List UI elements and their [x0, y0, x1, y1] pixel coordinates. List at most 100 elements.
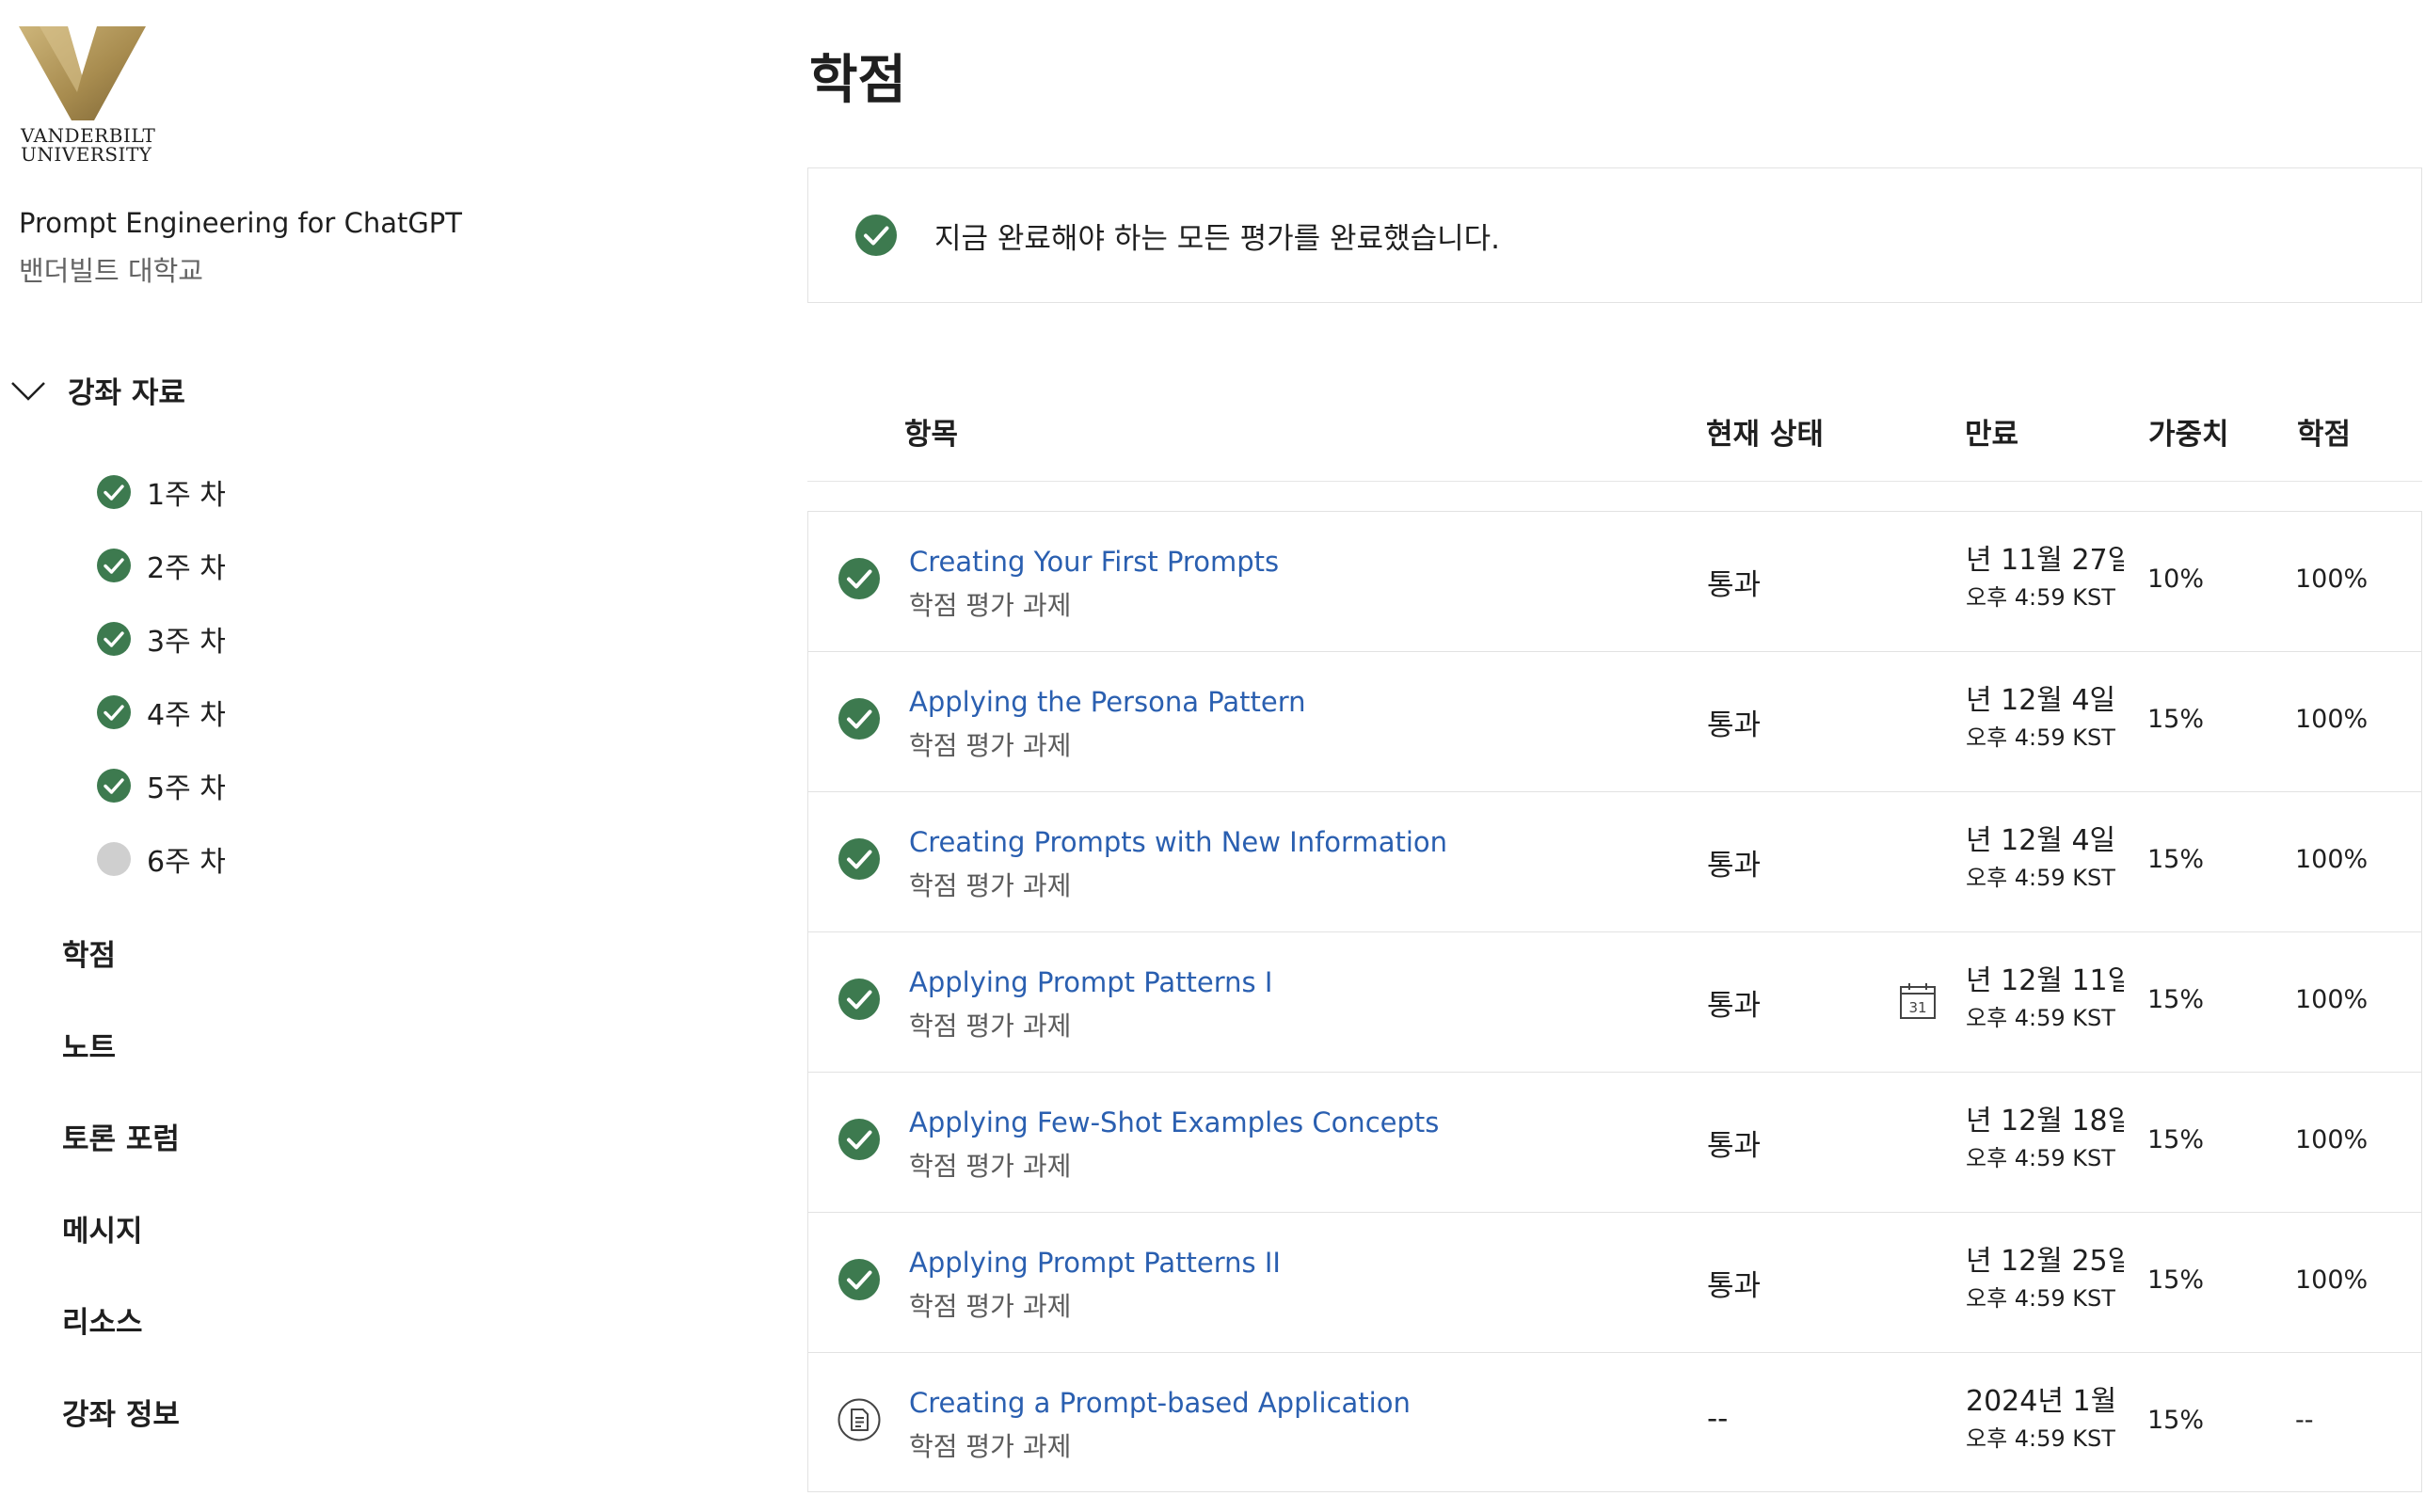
due-date-day: 2024년 1월 1일: [1966, 1385, 2124, 1418]
due-date: 년 12월 18일 오후 4:59 KST: [1966, 1101, 2124, 1174]
sidebar-item-resources[interactable]: 리소스: [62, 1285, 180, 1377]
due-date-day: 년 11월 27일: [1966, 544, 2124, 577]
table-row: Creating a Prompt-based Application 학점 평…: [807, 1352, 2422, 1492]
sidebar-week-5[interactable]: 5주 차: [96, 749, 226, 822]
assignment-type: 학점 평가 과제: [909, 730, 1072, 761]
course-title[interactable]: Prompt Engineering for ChatGPT: [19, 207, 462, 239]
page-title: 학점: [809, 50, 907, 111]
assignment-status: --: [1707, 1402, 1729, 1436]
sidebar-nav: 학점 노트 토론 포럼 메시지 리소스 강좌 정보: [62, 918, 180, 1469]
assignment-weight: 15%: [2147, 985, 2205, 1014]
week-label: 4주 차: [147, 699, 226, 732]
due-date: 년 12월 11일 오후 4:59 KST: [1966, 961, 2124, 1034]
due-date-day: 년 12월 4일: [1966, 824, 2116, 857]
assignment-type: 학점 평가 과제: [909, 1151, 1072, 1182]
assignment-link[interactable]: Creating Prompts with New Information: [909, 826, 1447, 858]
week-label: 3주 차: [147, 626, 226, 659]
due-date-time: 오후 4:59 KST: [1966, 1285, 2115, 1312]
due-date-time: 오후 4:59 KST: [1966, 724, 2115, 751]
calendar-icon[interactable]: 31: [1898, 981, 1938, 1021]
assignment-link[interactable]: Creating a Prompt-based Application: [909, 1387, 1411, 1419]
due-date-time: 오후 4:59 KST: [1966, 1005, 2115, 1031]
sidebar-item-notes[interactable]: 노트: [62, 1011, 180, 1103]
week-label: 6주 차: [147, 846, 226, 879]
table-row: Applying Few-Shot Examples Concepts 학점 평…: [807, 1072, 2422, 1212]
assignment-grade: 100%: [2295, 845, 2369, 874]
sidebar-week-6[interactable]: 6주 차: [96, 822, 226, 896]
grades-table: Creating Your First Prompts 학점 평가 과제 통과 …: [807, 511, 2422, 1492]
week-label: 2주 차: [147, 552, 226, 585]
assignment-grade: 100%: [2295, 565, 2369, 594]
assignment-link[interactable]: Applying Prompt Patterns I: [909, 966, 1272, 998]
check-circle-icon: [855, 215, 897, 256]
assignment-status: 통과: [1707, 708, 1762, 742]
assignment-type: 학점 평가 과제: [909, 590, 1072, 621]
due-date-day: 년 12월 4일: [1966, 684, 2116, 717]
assignment-type: 학점 평가 과제: [909, 1431, 1072, 1462]
sidebar-item-forums[interactable]: 토론 포럼: [62, 1102, 180, 1194]
assignment-status: 통과: [1707, 849, 1762, 883]
assignment-grade: 100%: [2295, 1265, 2369, 1295]
chevron-down-icon: [11, 381, 45, 401]
check-circle-icon: [838, 1119, 880, 1160]
due-date-day: 년 12월 18일: [1966, 1105, 2124, 1138]
document-icon: [838, 1398, 881, 1441]
week-label: 5주 차: [147, 772, 226, 805]
table-row: Creating Your First Prompts 학점 평가 과제 통과 …: [807, 511, 2422, 651]
assignment-weight: 15%: [2147, 1125, 2205, 1154]
due-date-day: 년 12월 11일: [1966, 964, 2124, 997]
sidebar: VANDERBILT UNIVERSITY Prompt Engineering…: [0, 0, 772, 1512]
check-circle-icon: [97, 549, 131, 582]
assignment-grade: 100%: [2295, 1125, 2369, 1154]
assignment-status: 통과: [1707, 568, 1762, 602]
assignment-type: 학점 평가 과제: [909, 1011, 1072, 1042]
assignment-grade: 100%: [2295, 705, 2369, 734]
assignment-link[interactable]: Applying Few-Shot Examples Concepts: [909, 1106, 1439, 1138]
sidebar-week-2[interactable]: 2주 차: [96, 529, 226, 602]
table-row: Applying the Persona Pattern 학점 평가 과제 통과…: [807, 651, 2422, 791]
assignment-grade: --: [2295, 1406, 2314, 1435]
calendar-day: 31: [1908, 999, 1926, 1016]
col-header-item: 항목: [904, 418, 959, 452]
due-date-day: 년 12월 25일: [1966, 1245, 2124, 1278]
check-circle-icon: [838, 558, 880, 599]
due-date-time: 오후 4:59 KST: [1966, 1145, 2115, 1171]
table-row: Applying Prompt Patterns I 학점 평가 과제 통과 3…: [807, 931, 2422, 1072]
due-date: 년 12월 4일 오후 4:59 KST: [1966, 680, 2124, 754]
check-circle-icon: [838, 698, 880, 740]
assignment-link[interactable]: Creating Your First Prompts: [909, 546, 1279, 578]
sidebar-week-1[interactable]: 1주 차: [96, 455, 226, 529]
check-circle-icon: [97, 769, 131, 803]
assignment-weight: 15%: [2147, 705, 2205, 734]
week-label: 1주 차: [147, 479, 226, 512]
assignment-link[interactable]: Applying Prompt Patterns II: [909, 1247, 1281, 1279]
check-circle-icon: [97, 475, 131, 509]
assignment-type: 학점 평가 과제: [909, 1291, 1072, 1322]
completion-banner: 지금 완료해야 하는 모든 평가를 완료했습니다.: [807, 167, 2422, 303]
sidebar-item-course-info[interactable]: 강좌 정보: [62, 1377, 180, 1470]
table-row: Applying Prompt Patterns II 학점 평가 과제 통과 …: [807, 1212, 2422, 1352]
course-org: 밴더빌트 대학교: [19, 255, 203, 287]
assignment-link[interactable]: Applying the Persona Pattern: [909, 686, 1306, 718]
assignment-weight: 10%: [2147, 565, 2205, 594]
sidebar-week-3[interactable]: 3주 차: [96, 602, 226, 676]
due-date: 2024년 1월 1일 오후 4:59 KST: [1966, 1381, 2124, 1455]
vanderbilt-logo[interactable]: VANDERBILT UNIVERSITY: [19, 26, 169, 164]
assignment-type: 학점 평가 과제: [909, 870, 1072, 901]
sidebar-item-grades[interactable]: 학점: [62, 918, 180, 1011]
sidebar-week-4[interactable]: 4주 차: [96, 676, 226, 749]
check-circle-icon: [97, 622, 131, 656]
assignment-weight: 15%: [2147, 845, 2205, 874]
logo-wordmark: VANDERBILT UNIVERSITY: [21, 126, 169, 164]
logo-line2: UNIVERSITY: [21, 143, 152, 166]
grades-table-header: 항목 현재 상태 만료 가중치 학점: [807, 403, 2422, 482]
assignment-status: 통과: [1707, 989, 1762, 1023]
check-circle-icon: [97, 695, 131, 729]
sidebar-item-messages[interactable]: 메시지: [62, 1194, 180, 1286]
due-date-time: 오후 4:59 KST: [1966, 584, 2115, 611]
col-header-status: 현재 상태: [1706, 418, 1824, 452]
check-circle-icon: [838, 979, 880, 1020]
course-materials-toggle[interactable]: 강좌 자료: [9, 369, 185, 411]
col-header-weight: 가중치: [2148, 418, 2229, 452]
due-date: 년 12월 25일 오후 4:59 KST: [1966, 1241, 2124, 1314]
